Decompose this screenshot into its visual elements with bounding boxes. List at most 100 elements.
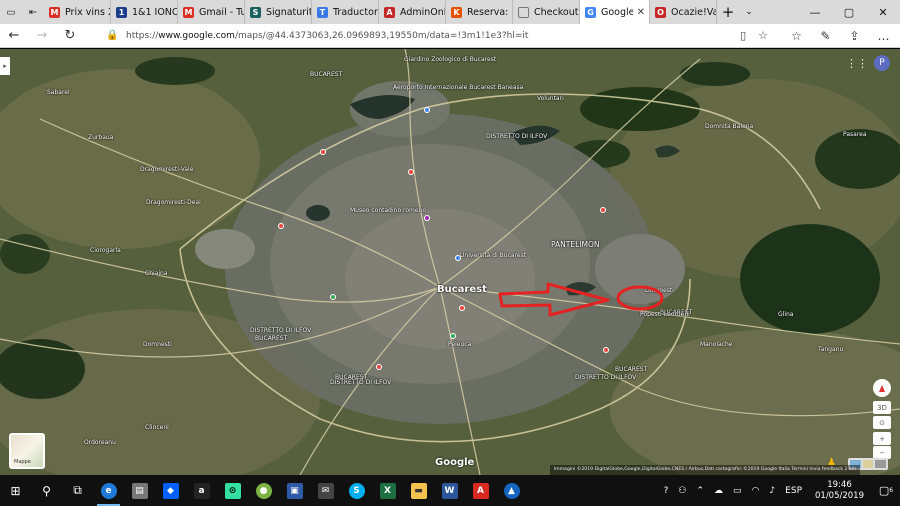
battery-icon[interactable]: ▭ [728, 486, 747, 496]
app-blue-icon[interactable]: ▣ [279, 475, 310, 506]
account-avatar[interactable]: P [874, 55, 890, 71]
clock-time: 19:46 [827, 479, 852, 490]
admin-icon: A [384, 6, 395, 18]
map-layer-switcher[interactable]: Mappe [9, 433, 45, 469]
system-tray: ? ⚇ ⌃ ☁ ▭ ◠ ♪ ESP 19:46 01/05/2019 ▢ 6 [659, 475, 900, 506]
tab-label: Reserva: M [467, 6, 512, 18]
side-panel-toggle[interactable]: ▸ [0, 57, 10, 75]
reserva-icon: K [451, 6, 462, 18]
acrobat-icon[interactable]: A [465, 475, 496, 506]
browser-navigation-bar: ← → ↻ 🔒 https://www.google.com/maps/@44.… [0, 24, 900, 48]
zoom-in-button[interactable]: + [873, 432, 891, 445]
mail-icon[interactable]: ✉ [310, 475, 341, 506]
clock[interactable]: 19:46 01/05/2019 [807, 480, 872, 502]
start-windows-icon[interactable]: ⊞ [0, 475, 31, 506]
dropbox-icon[interactable]: ◆ [155, 475, 186, 506]
tab-label: Signaturit | [266, 6, 311, 18]
google-logo: Google [435, 457, 475, 468]
cloud-icon[interactable]: ☁ [709, 486, 728, 496]
url-path: /maps/@44.4373063,26.0969893,19550m/data… [234, 30, 529, 41]
notification-count: 6 [889, 487, 894, 494]
gmail-icon: M [183, 6, 194, 18]
excel-icon[interactable]: X [372, 475, 403, 506]
more-menu-icon[interactable]: … [869, 29, 898, 43]
tab-menu-chevron-icon[interactable]: ⌄ [739, 0, 759, 24]
ionos-icon: 1 [116, 6, 127, 18]
browser-tab[interactable]: A AdminOnli [379, 0, 446, 24]
close-tab-icon[interactable]: ✕ [633, 7, 649, 18]
translate-icon: T [317, 6, 328, 18]
action-center-icon[interactable]: ▢ 6 [872, 475, 900, 506]
tripadvisor-icon[interactable]: ⊙ [217, 475, 248, 506]
browser-tab[interactable]: T Traductor d [312, 0, 379, 24]
address-bar[interactable]: 🔒 https://www.google.com/maps/@44.437306… [102, 26, 772, 46]
browser-tab[interactable]: O Ocazie!Van [650, 0, 717, 24]
show-hidden-icon[interactable]: ⌃ [692, 486, 710, 496]
language-indicator[interactable]: ESP [780, 486, 807, 496]
wifi-icon[interactable]: ◠ [747, 486, 765, 496]
word-icon[interactable]: W [434, 475, 465, 506]
satellite-map[interactable]: Bucarest PANTELIMON DISTRETTO DI ILFOV DIST… [0, 49, 900, 475]
browser-tab[interactable]: M Prix vins 20 [44, 0, 111, 24]
file-explorer-icon[interactable]: ▬ [403, 475, 434, 506]
desktop: ▭ ⇤ M Prix vins 20 1 1&1 IONO M Gmail - Tu S Si… [0, 0, 900, 506]
people-icon[interactable]: ⚇ [673, 486, 691, 496]
browser-tab[interactable]: S Signaturit | [245, 0, 312, 24]
refresh-button[interactable]: ↻ [56, 24, 84, 48]
lock-icon: 🔒 [106, 30, 119, 41]
google-icon: G [585, 6, 596, 18]
browser-tab[interactable]: Checkout - [513, 0, 580, 24]
red-annotation-arrow [498, 282, 664, 317]
search-icon[interactable]: ⚲ [31, 475, 62, 506]
3d-toggle-button[interactable]: 3D [873, 401, 891, 414]
tab-label: Gmail - Tu [199, 6, 244, 18]
compass-icon[interactable] [873, 379, 891, 397]
browser-tab[interactable]: 1 1&1 IONO [111, 0, 178, 24]
help-icon[interactable]: ? [659, 486, 674, 496]
ocazie-icon: O [655, 6, 666, 18]
new-tab-button[interactable]: + [717, 0, 739, 24]
task-view-icon[interactable]: ⧉ [62, 475, 93, 506]
google-apps-icon[interactable]: ⋮⋮ [846, 57, 868, 70]
tab-preview-icon[interactable]: ▭ [0, 0, 22, 24]
web-note-icon[interactable]: ✎ [811, 29, 840, 43]
tab-label: Prix vins 20 [65, 6, 110, 18]
tab-label: AdminOnli [400, 6, 445, 18]
amazon-icon[interactable]: a [186, 475, 217, 506]
signaturit-icon: S [250, 6, 261, 18]
tab-label: Checkout - [534, 6, 579, 18]
tab-label: Google [601, 6, 633, 18]
layer-label: Mappe [14, 459, 31, 465]
favorite-star-icon[interactable]: ☆ [758, 29, 768, 42]
window-controls: — ▢ ✕ [798, 0, 900, 24]
store-icon[interactable]: ▤ [124, 475, 155, 506]
minimize-button[interactable]: — [798, 0, 832, 24]
favorites-list-icon[interactable]: ☆ [782, 29, 811, 43]
browser-toolbar: ☆ ✎ ⇪ … [782, 29, 898, 43]
browser-tab[interactable]: K Reserva: M [446, 0, 513, 24]
page-icon [518, 6, 529, 18]
share-icon[interactable]: ⇪ [840, 29, 869, 43]
rotate-button[interactable]: ⊙ [873, 416, 891, 429]
set-aside-tabs-icon[interactable]: ⇤ [22, 0, 44, 24]
gmail-icon: M [49, 6, 60, 18]
browser-tab[interactable]: G Google ✕ [580, 0, 650, 24]
app-circle-icon[interactable]: ▲ [496, 475, 527, 506]
tab-label: 1&1 IONO [132, 6, 177, 18]
forward-button[interactable]: → [28, 24, 56, 48]
browser-tab-strip: ▭ ⇤ M Prix vins 20 1 1&1 IONO M Gmail - Tu S Si… [0, 0, 900, 24]
tab-label: Ocazie!Van [671, 6, 716, 18]
app-green-icon[interactable]: ● [248, 475, 279, 506]
clock-date: 01/05/2019 [815, 490, 864, 501]
volume-icon[interactable]: ♪ [764, 486, 780, 496]
reading-view-icon[interactable]: ▯ [740, 29, 746, 42]
browser-tab[interactable]: M Gmail - Tu [178, 0, 245, 24]
map-attribution: Immagini ©2019 DigitalGlobe,Google,Digit… [549, 465, 860, 475]
maximize-button[interactable]: ▢ [832, 0, 866, 24]
skype-icon[interactable]: S [341, 475, 372, 506]
back-button[interactable]: ← [0, 24, 28, 48]
tab-label: Traductor d [333, 6, 378, 18]
close-window-button[interactable]: ✕ [866, 0, 900, 24]
url-host: www.google.com [158, 30, 235, 41]
edge-browser-icon[interactable]: e [93, 475, 124, 506]
